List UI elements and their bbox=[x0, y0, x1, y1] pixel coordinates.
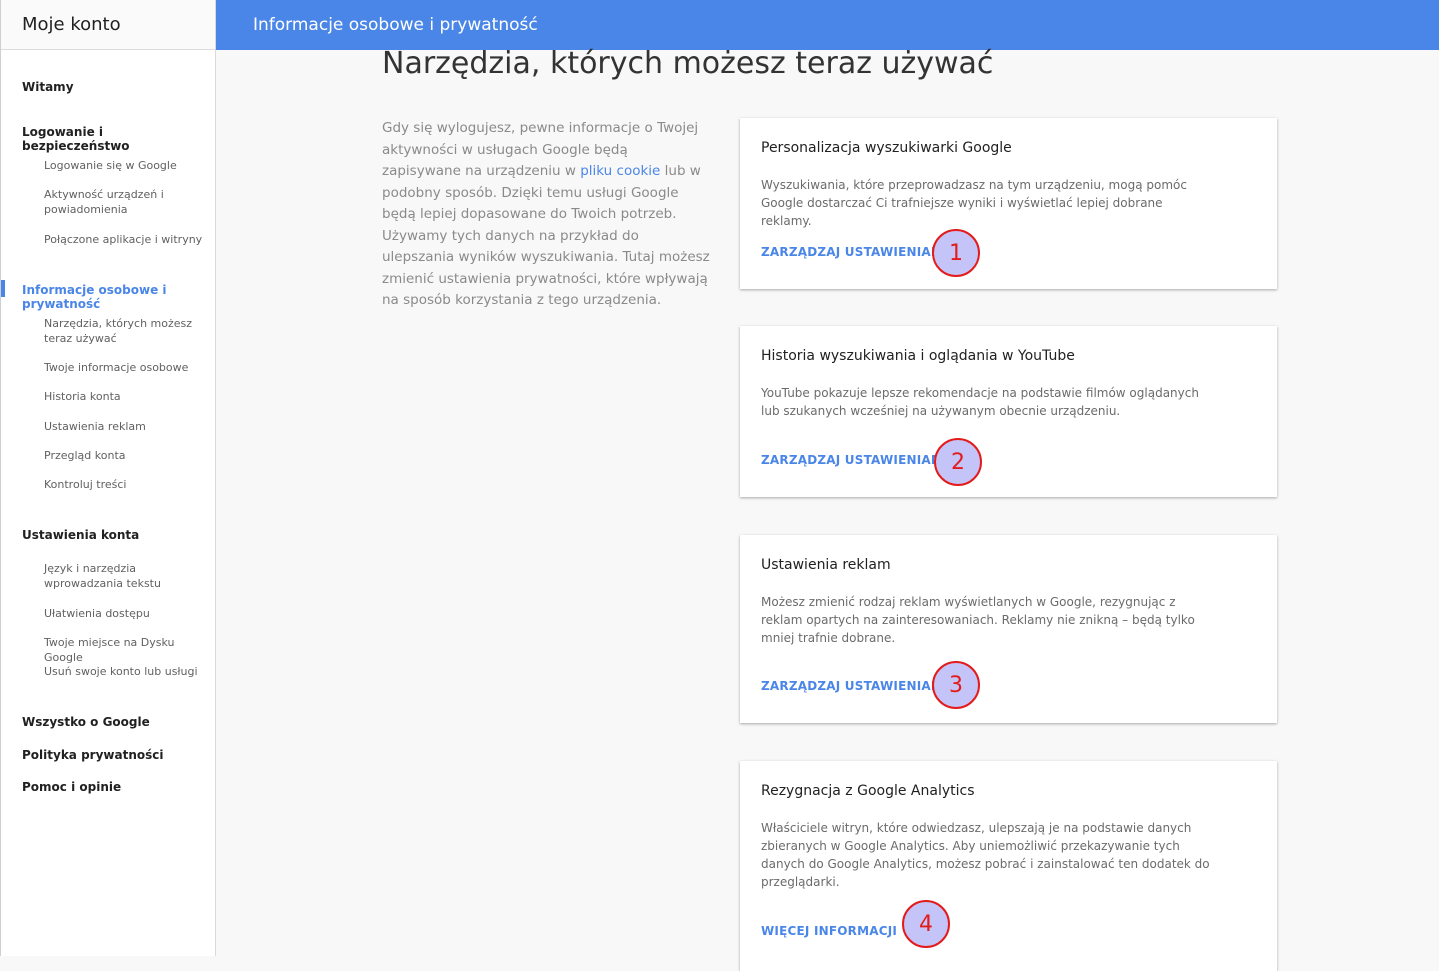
sidebar-title: Moje konto bbox=[1, 0, 215, 50]
sidebar-item-privacy-policy[interactable]: Polityka prywatności bbox=[22, 748, 211, 762]
sidebar-item-about-google[interactable]: Wszystko o Google bbox=[22, 715, 211, 729]
card-title: Personalizacja wyszukiwarki Google bbox=[761, 140, 1012, 156]
sidebar-item-control-content[interactable]: Kontroluj treści bbox=[44, 477, 211, 492]
sidebar-item-language[interactable]: Język i narzędzia wprowadzania tekstu bbox=[44, 561, 209, 591]
sidebar-item-account-overview[interactable]: Przegląd konta bbox=[44, 448, 211, 463]
card-search-personalization: Personalizacja wyszukiwarki Google Wyszu… bbox=[740, 118, 1277, 289]
annotation-marker: 2 bbox=[934, 438, 982, 486]
sidebar-item-help[interactable]: Pomoc i opinie bbox=[22, 780, 211, 794]
sidebar-item-witamy[interactable]: Witamy bbox=[22, 80, 211, 94]
intro-text: Gdy się wylogujesz, pewne informacje o T… bbox=[382, 118, 710, 312]
sidebar-item-accessibility[interactable]: Ułatwienia dostępu bbox=[44, 606, 211, 621]
sidebar-item-drive-storage[interactable]: Twoje miejsce na Dysku Google bbox=[44, 635, 211, 665]
card-ad-settings: Ustawienia reklam Możesz zmienić rodzaj … bbox=[740, 535, 1277, 723]
manage-settings-button[interactable]: ZARZĄDZAJ USTAWIENIAMI bbox=[761, 245, 948, 259]
intro-text-after: lub w podobny sposób. Dzięki temu usługi… bbox=[382, 163, 710, 308]
sidebar-item-delete-account[interactable]: Usuń swoje konto lub usługi bbox=[44, 664, 211, 679]
card-analytics-optout: Rezygnacja z Google Analytics Właściciel… bbox=[740, 761, 1277, 971]
sidebar: Moje konto Witamy Logowanie i bezpieczeń… bbox=[0, 0, 216, 956]
cookie-link[interactable]: pliku cookie bbox=[580, 163, 660, 179]
sidebar-item-connected-apps[interactable]: Połączone aplikacje i witryny bbox=[44, 232, 211, 247]
header-title: Informacje osobowe i prywatność bbox=[253, 15, 538, 35]
card-description: YouTube pokazuje lepsze rekomendacje na … bbox=[761, 386, 1199, 418]
sidebar-item-personal-info[interactable]: Twoje informacje osobowe bbox=[44, 360, 211, 375]
sidebar-item-ad-settings[interactable]: Ustawienia reklam bbox=[44, 419, 211, 434]
annotation-marker: 4 bbox=[902, 900, 950, 948]
annotation-marker: 3 bbox=[932, 661, 980, 709]
card-title: Rezygnacja z Google Analytics bbox=[761, 783, 975, 799]
card-description: Możesz zmienić rodzaj reklam wyświetlany… bbox=[761, 595, 1195, 645]
card-description: Wyszukiwania, które przeprowadzasz na ty… bbox=[761, 178, 1187, 228]
more-info-button[interactable]: WIĘCEJ INFORMACJI bbox=[761, 924, 897, 938]
card-title: Historia wyszukiwania i oglądania w YouT… bbox=[761, 348, 1075, 364]
active-indicator bbox=[1, 280, 5, 297]
manage-settings-button[interactable]: ZARZĄDZAJ USTAWIENIAMI bbox=[761, 453, 948, 467]
page-header: Informacje osobowe i prywatność bbox=[216, 0, 1439, 50]
card-title: Ustawienia reklam bbox=[761, 557, 891, 573]
sidebar-item-account-settings[interactable]: Ustawienia konta bbox=[22, 528, 211, 542]
sidebar-item-privacy[interactable]: Informacje osobowe i prywatność bbox=[22, 283, 211, 311]
sidebar-item-security[interactable]: Logowanie i bezpieczeństwo bbox=[22, 125, 211, 153]
page-title: Narzędzia, których możesz teraz używać bbox=[382, 46, 994, 81]
card-youtube-history: Historia wyszukiwania i oglądania w YouT… bbox=[740, 326, 1277, 497]
sidebar-item-device-activity[interactable]: Aktywność urządzeń i powiadomienia bbox=[44, 187, 184, 217]
sidebar-item-tools[interactable]: Narzędzia, których możesz teraz używać bbox=[44, 316, 209, 346]
sidebar-item-signin[interactable]: Logowanie się w Google bbox=[44, 158, 211, 173]
sidebar-item-account-history[interactable]: Historia konta bbox=[44, 389, 211, 404]
card-description: Właściciele witryn, które odwiedzasz, ul… bbox=[761, 821, 1210, 889]
annotation-marker: 1 bbox=[932, 229, 980, 277]
manage-settings-button[interactable]: ZARZĄDZAJ USTAWIENIAMI bbox=[761, 679, 948, 693]
